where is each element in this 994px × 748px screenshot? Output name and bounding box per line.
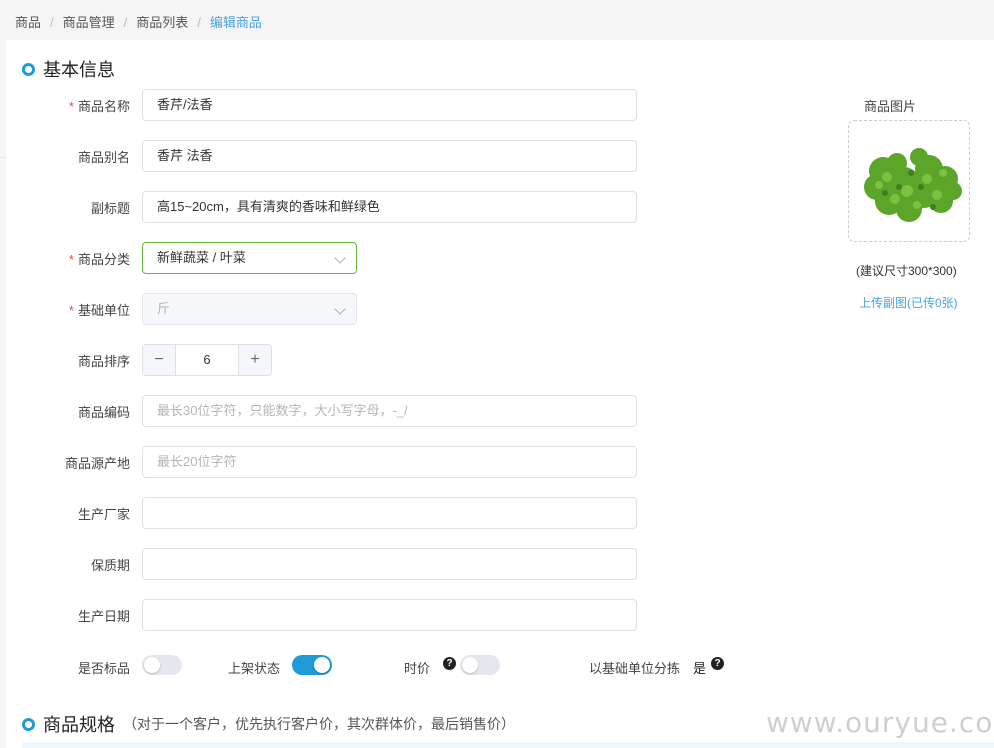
increment-button[interactable]: + [238,345,271,375]
standard-switch[interactable] [142,655,182,675]
image-size-hint: (建议尺寸300*300) [856,264,957,278]
field-label: 生产厂家 [77,506,130,522]
field-label: 副标题 [90,200,130,216]
field-label: * 商品分类 [68,251,130,267]
goods-image-title: 商品图片 [864,99,917,114]
breadcrumb: 商品 / 商品管理 / 商品列表 / 编辑商品 [15,12,262,31]
market-price-label: 时价 [404,661,431,676]
ring-icon [22,717,35,731]
row-goods-name: * 商品名称 香芹/法香 [0,89,640,121]
switch-knob [314,657,330,673]
listed-switch[interactable] [292,655,332,675]
section-basic-info: 基本信息 [22,56,115,82]
chevron-down-icon [334,303,346,315]
asterisk-icon: * [68,98,74,114]
asterisk-icon: * [68,302,74,318]
production-date-input[interactable] [142,599,637,631]
goods-alias-input[interactable]: 香芹 法香 [142,140,637,172]
sort-by-base-unit-label: 以基础单位分拣 [589,661,681,676]
breadcrumb-separator: / [50,15,54,30]
switch-knob [462,657,478,673]
shelf-life-input[interactable] [142,548,637,580]
listed-label: 上架状态 [228,661,281,676]
decrement-button[interactable]: − [143,345,176,375]
row-sort: 商品排序 − 6 + [0,344,640,376]
origin-input[interactable]: 最长20位字符 [142,446,637,478]
field-label: * 基础单位 [68,302,130,318]
sort-by-base-unit-value: 是 [693,661,707,676]
manufacturer-input[interactable] [142,497,637,529]
breadcrumb-item-edit-goods: 编辑商品 [209,15,262,30]
breadcrumb-separator: / [197,15,201,30]
base-unit-select-value: 斤 [157,301,171,316]
field-label: 商品排序 [77,353,130,369]
toggle-row: 是否标品 上架状态 时价 ? 以基础单位分拣 是 ? [0,655,994,677]
sort-value-input[interactable]: 6 [176,345,238,375]
row-shelf-life: 保质期 [0,548,640,580]
field-label: 商品别名 [77,149,130,165]
base-unit-select[interactable]: 斤 [142,293,357,325]
market-price-switch[interactable] [460,655,500,675]
subtitle-input[interactable]: 高15~20cm，具有清爽的香味和鲜绿色 [142,191,637,223]
chevron-down-icon [334,252,346,264]
ring-icon [22,62,35,76]
breadcrumb-item-goods[interactable]: 商品 [15,12,41,31]
row-manufacturer: 生产厂家 [0,497,640,529]
question-circle-icon[interactable]: ? [711,657,724,670]
breadcrumb-item-goods-management[interactable]: 商品管理 [63,12,115,31]
field-label: 生产日期 [77,608,130,624]
section-goods-spec: 商品规格 （对于一个客户，优先执行客户价，其次群体价，最后销售价） [22,711,515,737]
row-production-date: 生产日期 [0,599,640,631]
row-goods-code: 商品编码 最长30位字符，只能数字，大小写字母，-_/ [0,395,640,427]
question-circle-icon[interactable]: ? [443,657,456,670]
section-title: 基本信息 [43,60,115,80]
upload-sub-image-link[interactable]: 上传副图(已传0张) [859,294,958,311]
standard-label: 是否标品 [78,661,131,676]
breadcrumb-item-goods-list[interactable]: 商品列表 [136,12,188,31]
row-base-unit: * 基础单位 斤 [0,293,640,325]
goods-code-input[interactable]: 最长30位字符，只能数字，大小写字母，-_/ [142,395,637,427]
field-label: 保质期 [90,557,130,573]
switch-knob [144,657,160,673]
category-select-value: 新鲜蔬菜 / 叶菜 [157,250,246,265]
parsley-image [864,148,962,222]
row-goods-alias: 商品别名 香芹 法香 [0,140,640,172]
section-title: 商品规格 [43,715,115,735]
watermark: www.ouryue.com [766,706,994,739]
field-label: * 商品名称 [68,98,130,114]
row-origin: 商品源产地 最长20位字符 [0,446,640,478]
row-category: * 商品分类 新鲜蔬菜 / 叶菜 [0,242,640,274]
goods-name-input[interactable]: 香芹/法香 [142,89,637,121]
field-label: 商品源产地 [64,455,130,471]
section-note: （对于一个客户，优先执行客户价，其次群体价，最后销售价） [123,716,515,732]
sort-stepper: − 6 + [142,344,272,376]
asterisk-icon: * [68,251,74,267]
goods-image-upload[interactable] [848,120,970,242]
field-label: 商品编码 [77,404,130,420]
breadcrumb-separator: / [123,15,128,30]
category-select[interactable]: 新鲜蔬菜 / 叶菜 [142,242,357,274]
spec-table-header-strip [22,742,994,748]
row-subtitle: 副标题 高15~20cm，具有清爽的香味和鲜绿色 [0,191,640,223]
